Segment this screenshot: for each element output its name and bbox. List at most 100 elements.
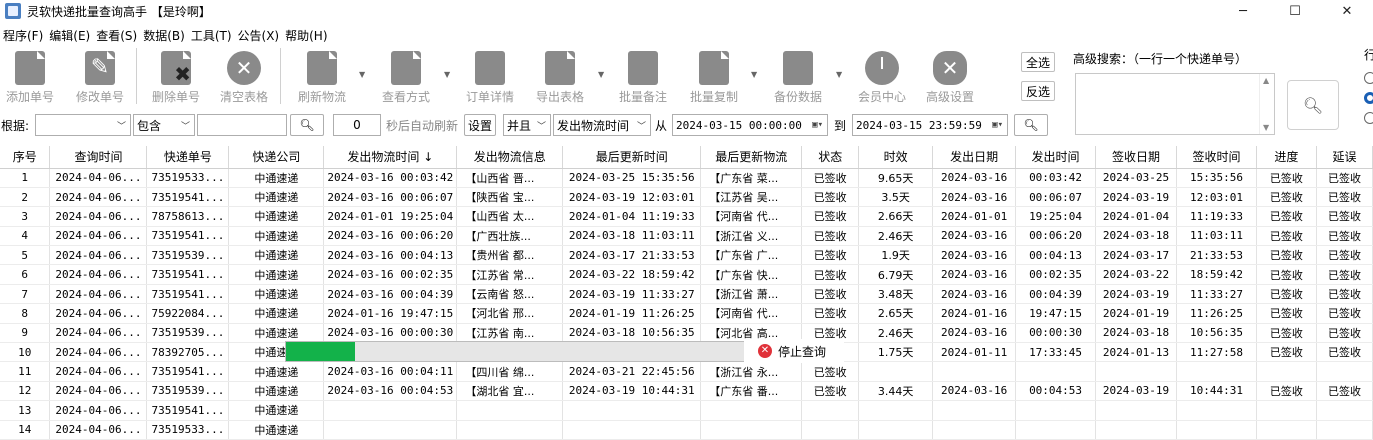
menu-notice[interactable]: 公告(X) (235, 27, 283, 44)
time-field-select[interactable]: 发出物流时间 ﹀ (553, 114, 651, 136)
table-row[interactable]: 14 2024-04-06... 73519533... 中通速递 (0, 420, 1373, 440)
field-select[interactable]: ﹀ (35, 114, 131, 136)
table-row[interactable]: 12 2024-04-06... 73519539... 中通速递 2024-03-16… (0, 381, 1373, 402)
column-header[interactable]: 最后更新物流 (700, 146, 803, 169)
batch-copy-button[interactable]: 批量复制 (686, 46, 742, 106)
column-header[interactable]: 延误 (1316, 146, 1373, 169)
backup-data-button[interactable]: 备份数据 (770, 46, 826, 106)
scroll-down-icon[interactable]: ▼ (1263, 123, 1269, 132)
table-cell: 1.75天 (858, 342, 934, 363)
advanced-search-textarea[interactable] (1075, 73, 1275, 135)
menu-edit[interactable]: 编辑(E) (46, 27, 93, 44)
from-datetime-picker[interactable]: 2024-03-15 00:00:00 ▣▾ (672, 114, 828, 136)
table-cell: 已签收 (1256, 342, 1317, 363)
column-header[interactable]: 签收时间 (1176, 146, 1257, 169)
column-header[interactable]: 时效 (858, 146, 934, 169)
table-row[interactable]: 7 2024-04-06... 73519541... 中通速递 2024-03-16 … (0, 284, 1373, 305)
table-row[interactable]: 11 2024-04-06... 73519541... 中通速递 2024-03-16… (0, 361, 1373, 382)
table-row[interactable]: 9 2024-04-06... 73519539... 中通速递 2024-03-16 … (0, 323, 1373, 344)
column-header[interactable]: 发出物流信息 (456, 146, 564, 169)
view-mode-button[interactable]: 查看方式 (378, 46, 434, 106)
column-header[interactable]: 快递公司 (228, 146, 325, 169)
row-option-label: 行 (1364, 48, 1373, 62)
column-header[interactable]: 进度 (1256, 146, 1317, 169)
table-row[interactable]: 5 2024-04-06... 73519539... 中通速递 2024-03-16 … (0, 245, 1373, 266)
close-button[interactable]: ✕ (1321, 0, 1373, 22)
table-cell (1176, 420, 1257, 440)
menu-program[interactable]: 程序(F) (0, 27, 46, 44)
menu-view[interactable]: 查看(S) (93, 27, 140, 44)
column-header[interactable]: 序号 (0, 146, 51, 169)
chevron-down-icon[interactable]: ▼ (444, 70, 452, 79)
select-all-button[interactable]: 全选 (1021, 52, 1055, 72)
menu-tools[interactable]: 工具(T) (188, 27, 235, 44)
to-datetime-picker[interactable]: 2024-03-15 23:59:59 ▣▾ (852, 114, 1008, 136)
minimize-button[interactable]: ─ (1217, 0, 1269, 22)
chevron-down-icon[interactable]: ▼ (598, 70, 606, 79)
option-radio-2[interactable] (1364, 92, 1373, 104)
table-cell (1316, 400, 1373, 421)
delete-number-button[interactable]: 删除单号 (148, 46, 204, 106)
table-cell: 11:19:33 (1176, 206, 1257, 227)
order-detail-button[interactable]: 订单详情 (462, 46, 518, 106)
advanced-search-button[interactable]: 🔍︎ (1287, 80, 1339, 130)
keyword-input[interactable] (197, 114, 287, 136)
date-search-button[interactable]: 🔍︎ (1014, 114, 1048, 136)
table-cell: 2024-04-06... (49, 342, 148, 363)
tracking-table[interactable]: 序号 查询时间 快递单号 快递公司 发出物流时间 ↓ 发出物流信息 最后更新时间 最后更新物流… (0, 146, 1373, 440)
column-header[interactable]: 发出日期 (932, 146, 1017, 169)
table-cell (323, 400, 458, 421)
keyword-search-button[interactable]: 🔍︎ (290, 114, 324, 136)
column-header[interactable]: 最后更新时间 (562, 146, 702, 169)
table-cell: 已签收 (1316, 342, 1373, 363)
chevron-down-icon[interactable]: ▼ (751, 70, 759, 79)
advanced-search-scrollbar[interactable]: ▲ ▼ (1259, 74, 1274, 134)
table-row[interactable]: 2 2024-04-06... 73519541... 中通速递 2024-03-16 … (0, 187, 1373, 208)
table-row[interactable]: 8 2024-04-06... 75922084... 中通速递 2024-01-16 … (0, 303, 1373, 324)
stop-query-button[interactable]: ✕ 停止查询 (744, 339, 844, 363)
table-header-row: 序号 查询时间 快递单号 快递公司 发出物流时间 ↓ 发出物流信息 最后更新时间 最后更新物流… (0, 146, 1373, 169)
logic-select[interactable]: 并且 ﹀ (503, 114, 551, 136)
table-cell: 【浙江省 永... (700, 361, 803, 382)
chevron-down-icon[interactable]: ▼ (836, 70, 844, 79)
to-label: 到 (834, 118, 847, 133)
column-header[interactable]: 发出时间 (1015, 146, 1097, 169)
batch-note-button[interactable]: 批量备注 (615, 46, 671, 106)
match-select[interactable]: 包含 ﹀ (133, 114, 195, 136)
table-cell: 【贵州省 都... (456, 245, 564, 266)
option-radio-1[interactable] (1364, 72, 1373, 84)
chevron-down-icon[interactable]: ▼ (359, 70, 367, 79)
table-row[interactable]: 4 2024-04-06... 73519541... 中通速递 2024-03-16 … (0, 226, 1373, 247)
menu-help[interactable]: 帮助(H) (282, 27, 330, 44)
export-table-button[interactable]: 导出表格 (532, 46, 588, 106)
column-header[interactable]: 签收日期 (1095, 146, 1177, 169)
table-row[interactable]: 3 2024-04-06... 78758613... 中通速递 2024-01-01 … (0, 206, 1373, 227)
maximize-button[interactable]: ☐ (1269, 0, 1321, 22)
refresh-interval-input[interactable]: 0 (333, 114, 381, 136)
table-cell: 已签收 (801, 284, 860, 305)
table-row[interactable]: 6 2024-04-06... 73519541... 中通速递 2024-03-16 … (0, 264, 1373, 285)
table-row[interactable]: 13 2024-04-06... 73519541... 中通速递 (0, 400, 1373, 421)
table-cell: 2024-03-16 00:06:07 (323, 187, 458, 208)
column-header[interactable]: 快递单号 (146, 146, 230, 169)
menu-data[interactable]: 数据(B) (140, 27, 188, 44)
table-row[interactable]: 1 2024-04-06... 73519533... 中通速递 2024-03-16 … (0, 168, 1373, 188)
column-header[interactable]: 查询时间 (49, 146, 148, 169)
invert-selection-button[interactable]: 反选 (1021, 81, 1055, 101)
clear-table-button[interactable]: 清空表格 (216, 46, 272, 106)
advanced-settings-button[interactable]: 高级设置 (922, 46, 978, 106)
column-header[interactable]: 状态 (801, 146, 860, 169)
set-button[interactable]: 设置 (464, 114, 496, 136)
calendar-icon: ▣▾ (992, 120, 1003, 130)
table-cell: 【广东省 菜... (700, 168, 803, 188)
column-header[interactable]: 发出物流时间 ↓ (323, 146, 458, 169)
scroll-up-icon[interactable]: ▲ (1263, 76, 1269, 85)
add-number-button[interactable]: 添加单号 (2, 46, 58, 106)
edit-number-button[interactable]: 修改单号 (72, 46, 128, 106)
table-cell (858, 420, 934, 440)
member-center-button[interactable]: 会员中心 (854, 46, 910, 106)
table-cell (1176, 400, 1257, 421)
option-radio-3[interactable] (1364, 112, 1373, 124)
refresh-logistics-button[interactable]: 刷新物流 (294, 46, 350, 106)
table-cell: 2024-03-16 (932, 226, 1017, 247)
